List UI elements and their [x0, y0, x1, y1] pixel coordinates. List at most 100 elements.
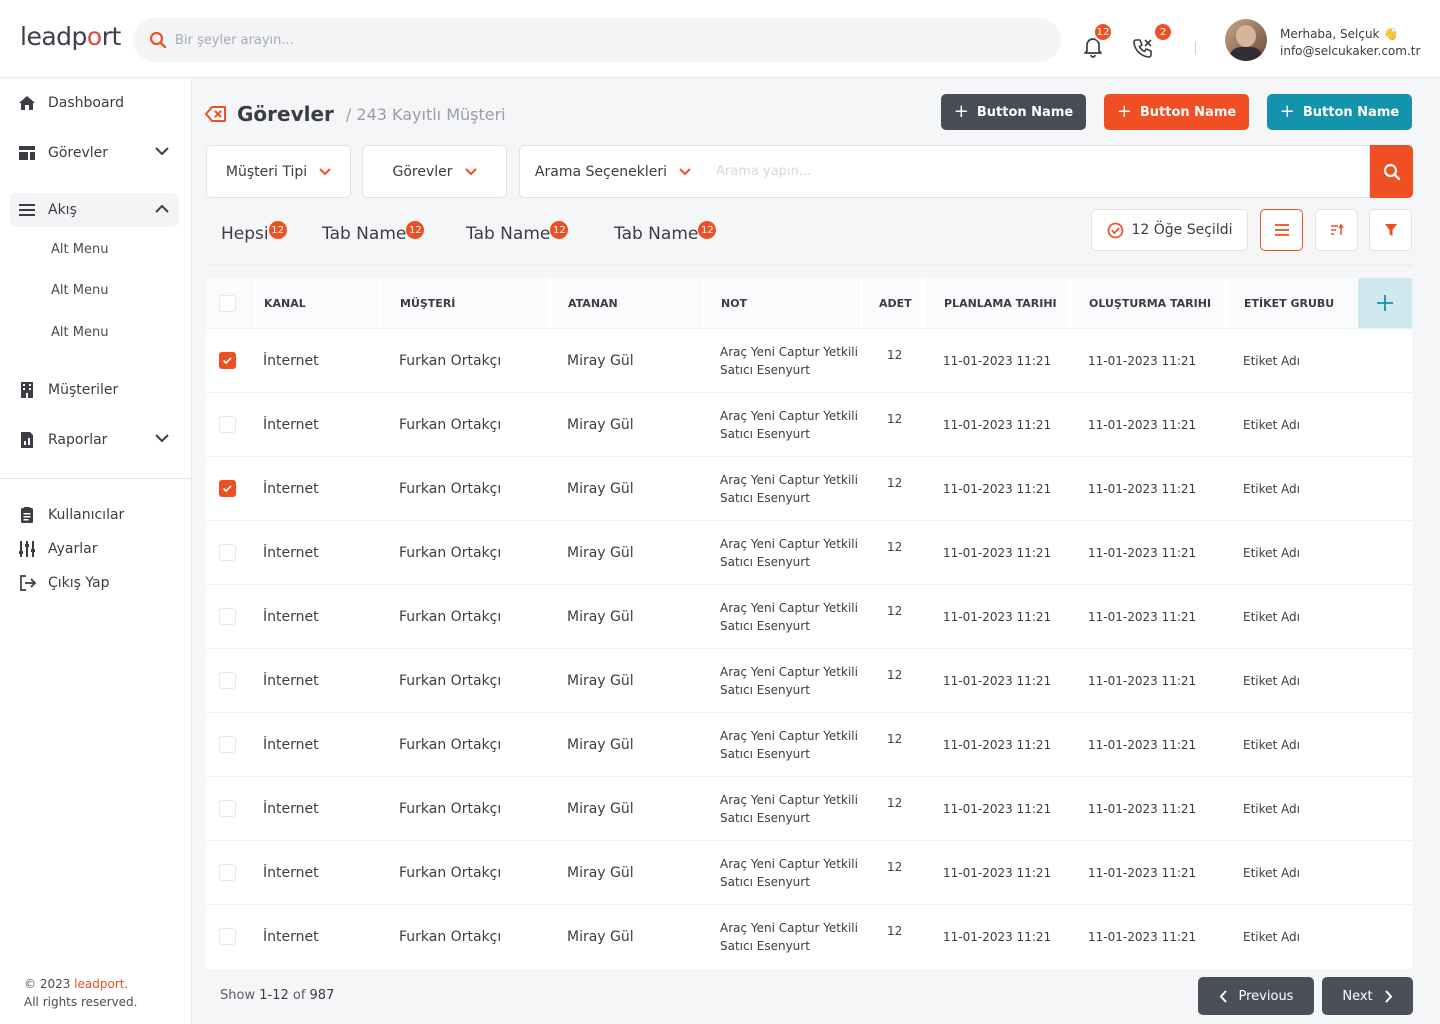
cell-planlama: 11-01-2023 11:21 [943, 929, 1052, 944]
row-checkbox[interactable] [219, 672, 236, 689]
plus-icon [1376, 294, 1394, 312]
cell-olusturma: 11-01-2023 11:21 [1088, 929, 1197, 944]
logo[interactable]: leadport [20, 22, 121, 51]
sidebar-item-ayarlar[interactable]: Ayarlar [10, 532, 179, 566]
row-checkbox[interactable] [219, 352, 236, 369]
cell-not: Araç Yeni Captur Yetkili Satıcı Esenyurt [720, 792, 858, 825]
row-checkbox[interactable] [219, 416, 236, 433]
search-options-dropdown[interactable]: Arama Seçenekleri [519, 145, 707, 198]
sidebar-item-raporlar[interactable]: Raporlar [10, 423, 179, 457]
customer-type-dropdown[interactable]: Müşteri Tipi [206, 145, 351, 198]
tab-name-1[interactable]: Tab Name 12 [322, 221, 425, 244]
action-button-3[interactable]: + Button Name [1267, 94, 1412, 130]
filter-button[interactable] [1369, 209, 1412, 251]
cell-olusturma: 11-01-2023 11:21 [1088, 673, 1197, 688]
table-row[interactable]: İnternet Furkan Ortakçı Miray Gül Araç Yeni… [206, 648, 1412, 712]
action-button-1[interactable]: + Button Name [941, 94, 1086, 130]
previous-button[interactable]: Previous [1198, 977, 1314, 1015]
table-row[interactable]: İnternet Furkan Ortakçı Miray Gül Araç Yeni… [206, 584, 1412, 648]
chevron-right-icon [1384, 989, 1393, 1003]
cell-not: Araç Yeni Captur Yetkili Satıcı Esenyurt [720, 344, 858, 377]
row-checkbox[interactable] [219, 800, 236, 817]
table-row[interactable]: İnternet Furkan Ortakçı Miray Gül Araç Yeni… [206, 456, 1412, 520]
tab-name-2[interactable]: Tab Name 12 [466, 221, 569, 244]
table-row[interactable]: İnternet Furkan Ortakçı Miray Gül Araç Yeni… [206, 392, 1412, 456]
filter-search-button[interactable] [1370, 145, 1413, 198]
cell-olusturma: 11-01-2023 11:21 [1088, 481, 1197, 496]
global-search[interactable] [133, 18, 1061, 62]
sidebar-item-dashboard[interactable]: Dashboard [10, 86, 179, 120]
submenu-item[interactable]: Alt Menu [51, 242, 108, 257]
cell-kanal: İnternet [263, 480, 319, 497]
row-checkbox[interactable] [219, 864, 236, 881]
column-header[interactable]: ATANAN [552, 278, 702, 328]
sidebar-item-musteriler[interactable]: Müşteriler [10, 373, 179, 407]
select-all-checkbox[interactable] [219, 295, 236, 312]
avatar[interactable] [1225, 19, 1267, 61]
sidebar-item-cikis[interactable]: Çıkış Yap [10, 566, 179, 600]
column-header[interactable]: KANAL [256, 278, 380, 328]
divider [1195, 42, 1196, 54]
selection-count-button[interactable]: 12 Öğe Seçildi [1091, 209, 1248, 251]
column-header[interactable]: OLUŞTURMA TARIHI [1072, 278, 1224, 328]
row-checkbox[interactable] [219, 736, 236, 753]
filter-search-field[interactable] [706, 145, 1370, 198]
row-checkbox[interactable] [219, 608, 236, 625]
submenu-item[interactable]: Alt Menu [51, 283, 108, 298]
column-header[interactable]: PLANLAMA TARIHI [925, 278, 1069, 328]
cell-adet: 12 [887, 411, 903, 426]
top-bar: leadport 12 2 Merhaba, Selçuk 👋 info@sel… [0, 0, 1440, 78]
next-button[interactable]: Next [1322, 977, 1413, 1015]
sidebar-divider [0, 478, 191, 479]
back-icon[interactable] [205, 105, 227, 123]
copyright-brand-link[interactable]: leadport. [74, 977, 128, 991]
submenu-item[interactable]: Alt Menu [51, 325, 108, 340]
cell-atanan: Miray Gül [567, 736, 634, 753]
row-checkbox[interactable] [219, 480, 236, 497]
chevron-down-icon [155, 147, 169, 156]
cell-etiket: Etiket Adı [1243, 481, 1300, 496]
notifications-button[interactable]: 12 [1083, 22, 1113, 58]
table-row[interactable]: İnternet Furkan Ortakçı Miray Gül Araç Yeni… [206, 904, 1412, 968]
table-row[interactable]: İnternet Furkan Ortakçı Miray Gül Araç Yeni… [206, 712, 1412, 776]
cell-planlama: 11-01-2023 11:21 [943, 801, 1052, 816]
action-button-2[interactable]: + Button Name [1104, 94, 1249, 130]
tab-hepsi[interactable]: Hepsi 12 [221, 221, 287, 244]
column-header[interactable]: MÜŞTERİ [382, 278, 548, 328]
global-search-input[interactable] [175, 32, 975, 48]
list-view-button[interactable] [1260, 209, 1303, 251]
add-column-button[interactable] [1358, 278, 1412, 328]
cell-etiket: Etiket Adı [1243, 801, 1300, 816]
row-checkbox[interactable] [219, 544, 236, 561]
tab-name-3[interactable]: Tab Name 12 [614, 221, 717, 244]
column-header[interactable]: ADET [863, 278, 921, 328]
cell-etiket: Etiket Adı [1243, 737, 1300, 752]
sidebar-item-akis[interactable]: Akış [10, 193, 179, 227]
column-header[interactable]: ETİKET GRUBU [1227, 278, 1357, 328]
table-row[interactable]: İnternet Furkan Ortakçı Miray Gül Araç Yeni… [206, 520, 1412, 584]
table-row[interactable]: İnternet Furkan Ortakçı Miray Gül Araç Yeni… [206, 776, 1412, 840]
chevron-down-icon [319, 167, 331, 176]
filter-search-input[interactable] [716, 164, 1316, 179]
calls-button[interactable]: 2 [1133, 22, 1173, 58]
cell-adet: 12 [887, 859, 903, 874]
cell-adet: 12 [887, 475, 903, 490]
row-checkbox[interactable] [219, 928, 236, 945]
column-header[interactable]: NOT [705, 278, 860, 328]
cell-adet: 12 [887, 347, 903, 362]
page-title: Görevler [237, 102, 334, 126]
calls-badge: 2 [1153, 22, 1173, 42]
sidebar-item-kullanicilar[interactable]: Kullanıcılar [10, 498, 179, 532]
cell-kanal: İnternet [263, 672, 319, 689]
sort-button[interactable] [1315, 209, 1358, 251]
chevron-left-icon [1219, 989, 1227, 1003]
sidebar-item-gorevler[interactable]: Görevler [10, 136, 179, 170]
notification-badge: 12 [1093, 22, 1113, 42]
table-row[interactable]: İnternet Furkan Ortakçı Miray Gül Araç Yeni… [206, 328, 1412, 392]
cell-atanan: Miray Gül [567, 416, 634, 433]
cell-not: Araç Yeni Captur Yetkili Satıcı Esenyurt [720, 408, 858, 441]
home-icon [18, 95, 36, 111]
cell-not: Araç Yeni Captur Yetkili Satıcı Esenyurt [720, 920, 858, 953]
tasks-dropdown[interactable]: Görevler [362, 145, 507, 198]
table-row[interactable]: İnternet Furkan Ortakçı Miray Gül Araç Yeni… [206, 840, 1412, 904]
